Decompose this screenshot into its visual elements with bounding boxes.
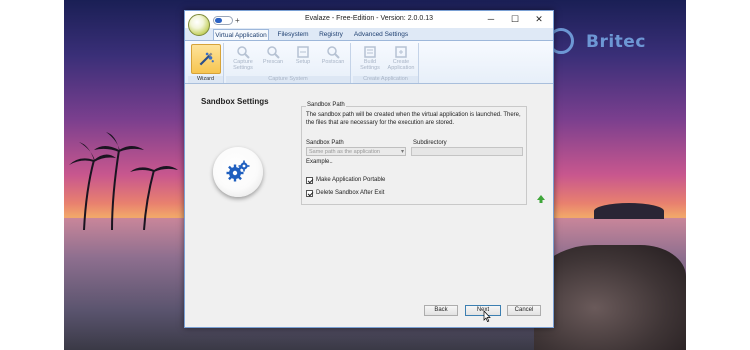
gears-icon [226, 160, 250, 182]
prescan-label: Prescan [262, 59, 284, 65]
delete-sandbox-label: Delete Sandbox After Exit [316, 190, 385, 196]
ribbon-tabs: Virtual Application Filesystem Registry … [185, 28, 553, 40]
back-button[interactable]: Back [424, 305, 458, 316]
wizard-button[interactable] [191, 44, 221, 74]
capture-settings-icon [237, 46, 250, 59]
capture-settings-button[interactable]: Capture Settings [228, 44, 258, 75]
build-settings-icon [364, 46, 376, 58]
tab-filesystem[interactable]: Filesystem [275, 29, 311, 40]
tab-registry[interactable]: Registry [316, 29, 346, 40]
setup-label: Setup [295, 59, 311, 65]
ribbon-group-label: Capture System [226, 76, 350, 83]
palm-trees [69, 132, 178, 230]
app-window: + Evalaze - Free-Edition - Version: 2.0.… [184, 10, 554, 328]
ribbon-group-wizard: Wizard [188, 43, 224, 83]
subdirectory-label: Subdirectory [413, 140, 447, 146]
tab-virtual-application[interactable]: Virtual Application [213, 29, 269, 40]
watermark-text: Britec [586, 32, 646, 52]
sandbox-path-description: The sandbox path will be created when th… [306, 112, 521, 126]
minimize-button[interactable]: ─ [481, 12, 501, 26]
make-portable-label: Make Application Portable [316, 177, 386, 183]
settings-disc [213, 147, 263, 197]
subdirectory-input[interactable] [411, 147, 523, 156]
make-portable-option[interactable]: Make Application Portable [306, 176, 385, 184]
up-arrow-icon[interactable] [536, 194, 546, 204]
chevron-down-icon: ▾ [400, 149, 404, 155]
tab-advanced-settings[interactable]: Advanced Settings [351, 29, 411, 40]
cancel-button[interactable]: Cancel [507, 305, 541, 316]
setup-icon [297, 46, 309, 58]
maximize-button[interactable]: ☐ [505, 12, 525, 26]
postscan-icon [327, 46, 340, 59]
island [594, 203, 664, 219]
wand-icon [199, 52, 214, 66]
prescan-icon [267, 46, 280, 59]
ribbon: Wizard Capture Settings Prescan Setup Po… [185, 40, 553, 84]
capture-settings-label: Capture Settings [233, 59, 253, 71]
build-settings-button[interactable]: Build Settings [355, 44, 385, 75]
postscan-label: Postscan [321, 59, 345, 65]
sandbox-path-label: Sandbox Path [306, 140, 344, 146]
delete-sandbox-option[interactable]: Delete Sandbox After Exit [306, 189, 384, 197]
create-application-button[interactable]: Create Application [386, 44, 416, 75]
postscan-button[interactable]: Postscan [318, 44, 348, 75]
title-bar: + Evalaze - Free-Edition - Version: 2.0.… [185, 11, 553, 28]
sandbox-path-select[interactable]: Same path as the application ▾ [306, 147, 406, 156]
build-settings-label: Build Settings [360, 59, 380, 71]
sandbox-path-select-value: Same path as the application [309, 149, 380, 155]
ribbon-group-label: Wizard [188, 76, 223, 83]
prescan-button[interactable]: Prescan [258, 44, 288, 75]
ribbon-group-create-application: Build Settings Create Application Create… [353, 43, 419, 83]
wizard-content: Sandbox Settings Sandbox Path The sandbo… [185, 85, 553, 327]
create-application-icon [395, 46, 407, 58]
sandbox-path-legend: Sandbox Path [306, 102, 346, 108]
setup-button[interactable]: Setup [288, 44, 318, 75]
ribbon-group-label: Create Application [353, 76, 418, 83]
delete-sandbox-checkbox[interactable] [306, 189, 313, 197]
page-title: Sandbox Settings [201, 97, 269, 106]
example-label: Example.. [306, 159, 333, 165]
watermark-logo: Britec [548, 24, 658, 64]
application-menu-button[interactable] [188, 14, 210, 36]
close-button[interactable]: ✕ [529, 12, 549, 26]
make-portable-checkbox[interactable] [306, 176, 313, 184]
create-application-label: Create Application [387, 59, 415, 71]
mouse-cursor-icon [483, 311, 491, 322]
rocks [534, 245, 686, 350]
ribbon-group-capture-system: Capture Settings Prescan Setup Postscan … [226, 43, 351, 83]
